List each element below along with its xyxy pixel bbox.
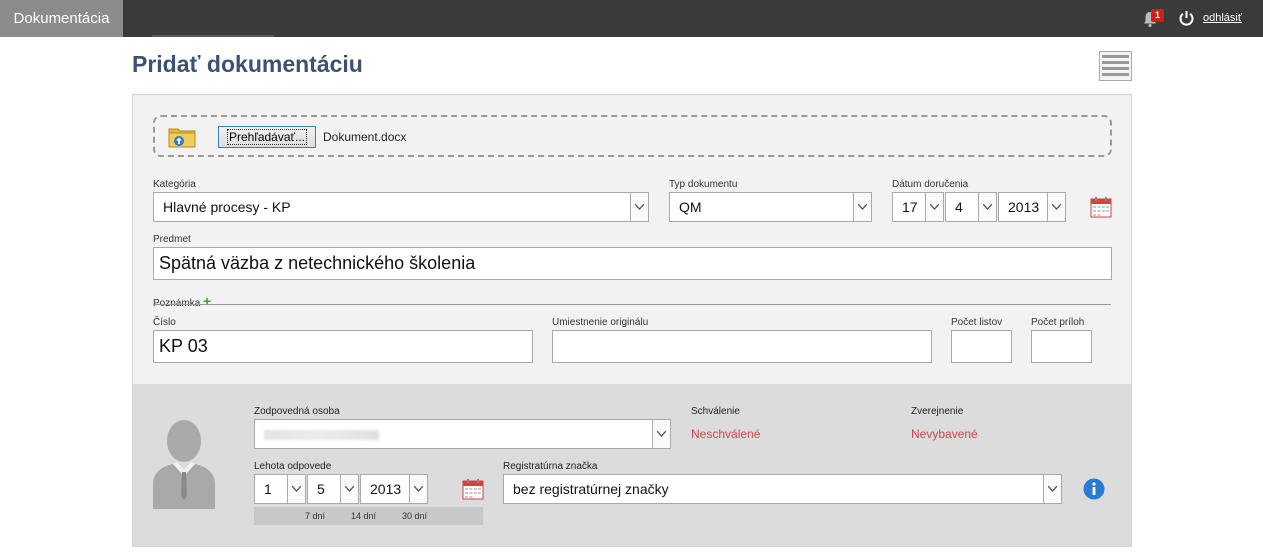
document-form-panel: Prehľadávať... Dokument.docx Kategória H… <box>132 94 1132 547</box>
delivery-year-select[interactable]: 2013 <box>998 192 1066 222</box>
deadline-year-value: 2013 <box>370 481 402 497</box>
note-divider <box>153 304 1111 305</box>
registry-mark-value: bez registratúrnej značky <box>513 481 669 497</box>
add-note-icon[interactable]: + <box>203 293 211 309</box>
doc-type-value: QM <box>679 199 702 215</box>
app-tab-dokumentacia[interactable]: Dokumentácia <box>0 0 123 37</box>
chevron-down-icon[interactable] <box>925 193 943 221</box>
category-label: Kategória <box>153 179 196 190</box>
chevron-down-icon[interactable] <box>1043 475 1061 503</box>
registry-mark-label: Registratúrna značka <box>503 461 598 472</box>
approval-label: Schválenie <box>691 406 740 417</box>
chevron-down-icon[interactable] <box>853 193 871 221</box>
browse-button[interactable]: Prehľadávať... <box>218 126 316 148</box>
publication-status: Nevybavené <box>911 427 978 441</box>
note-label: Poznámka + <box>153 293 211 309</box>
responsibility-section: Zodpovedná osoba Schválenie Neschválené … <box>133 384 1131 546</box>
person-avatar-icon <box>153 420 215 509</box>
chevron-down-icon[interactable] <box>409 475 427 503</box>
number-input[interactable]: KP 03 <box>153 330 533 363</box>
delivery-day-value: 17 <box>902 199 918 215</box>
deadline-month-select[interactable]: 5 <box>307 474 359 504</box>
registry-mark-select[interactable]: bez registratúrnej značky <box>503 474 1062 504</box>
notification-badge: 1 <box>1151 9 1164 22</box>
sheet-count-label: Počet listov <box>951 317 1003 328</box>
chevron-down-icon[interactable] <box>630 193 648 221</box>
quick-deadline-14[interactable]: 14 dní <box>351 511 376 521</box>
page-title: Pridať dokumentáciu <box>132 51 363 77</box>
calendar-icon[interactable] <box>462 478 484 500</box>
delivery-day-select[interactable]: 17 <box>892 192 944 222</box>
info-icon[interactable] <box>1083 478 1105 500</box>
selected-file-name: Dokument.docx <box>323 130 407 144</box>
deadline-day-value: 1 <box>264 481 272 497</box>
chevron-down-icon[interactable] <box>340 475 358 503</box>
attachment-count-label: Počet príloh <box>1031 317 1085 328</box>
sheet-count-input[interactable] <box>951 330 1012 363</box>
delivery-month-value: 4 <box>955 199 963 215</box>
folder-upload-icon <box>168 128 196 148</box>
category-value: Hlavné procesy - KP <box>163 199 291 215</box>
top-bar: Dokumentácia 1 odhlásiť <box>0 0 1263 37</box>
chevron-down-icon[interactable] <box>287 475 305 503</box>
number-value: KP 03 <box>159 336 208 356</box>
file-upload-area[interactable]: Prehľadávať... Dokument.docx <box>153 115 1112 157</box>
quick-deadline-7[interactable]: 7 dní <box>305 511 325 521</box>
original-location-input[interactable] <box>552 330 932 363</box>
responsible-person-value <box>264 430 379 440</box>
doc-type-label: Typ dokumentu <box>669 179 738 190</box>
subject-input[interactable]: Spätná väzba z netechnického školenia <box>153 247 1112 280</box>
responsible-person-select[interactable] <box>254 419 671 449</box>
number-label: Číslo <box>153 317 176 328</box>
tab-underline <box>152 35 274 37</box>
power-icon[interactable] <box>1178 10 1195 27</box>
category-select[interactable]: Hlavné procesy - KP <box>153 192 649 222</box>
chevron-down-icon[interactable] <box>652 420 670 448</box>
deadline-day-select[interactable]: 1 <box>254 474 306 504</box>
subject-value: Spätná väzba z netechnického školenia <box>159 253 476 273</box>
attachment-count-input[interactable] <box>1031 330 1092 363</box>
responsible-person-label: Zodpovedná osoba <box>254 406 340 417</box>
subject-label: Predmet <box>153 234 191 245</box>
delivery-month-select[interactable]: 4 <box>945 192 997 222</box>
logout-link[interactable]: odhlásiť <box>1203 12 1242 24</box>
chevron-down-icon[interactable] <box>978 193 996 221</box>
chevron-down-icon[interactable] <box>1047 193 1065 221</box>
publication-label: Zverejnenie <box>911 406 964 417</box>
list-view-icon[interactable] <box>1099 51 1132 81</box>
approval-status: Neschválené <box>691 427 761 441</box>
calendar-icon[interactable] <box>1090 196 1112 218</box>
delivery-date-label: Dátum doručenia <box>892 179 969 190</box>
deadline-year-select[interactable]: 2013 <box>360 474 428 504</box>
deadline-label: Lehota odpovede <box>254 461 332 472</box>
browse-button-label: Prehľadávať... <box>226 129 308 145</box>
delivery-year-value: 2013 <box>1008 199 1040 215</box>
deadline-month-value: 5 <box>317 481 325 497</box>
doc-type-select[interactable]: QM <box>669 192 872 222</box>
quick-deadline-bar: 7 dní 14 dní 30 dní <box>254 507 483 525</box>
original-location-label: Umiestnenie originálu <box>552 317 649 328</box>
quick-deadline-30[interactable]: 30 dní <box>402 511 427 521</box>
